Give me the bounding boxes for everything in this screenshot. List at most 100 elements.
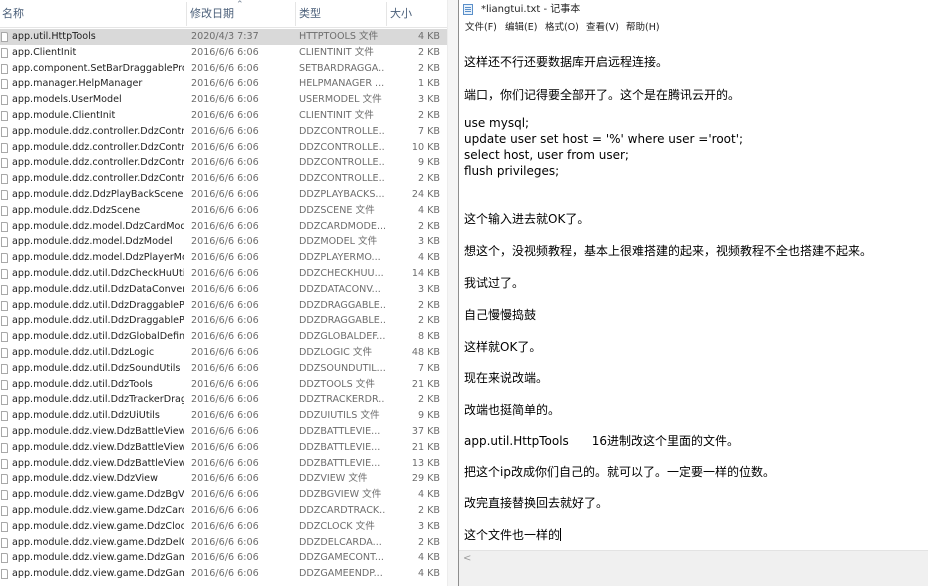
horizontal-scrollbar[interactable]: < bbox=[459, 550, 928, 567]
file-size: 37 KB bbox=[411, 425, 440, 437]
file-row[interactable]: app.models.UserModel 2016/6/6 6:06 USERMOD… bbox=[0, 92, 458, 108]
file-row[interactable]: app.module.ddz.util.DdzDraggablePr... 201… bbox=[0, 313, 458, 329]
file-icon bbox=[1, 426, 8, 437]
file-row[interactable]: app.module.ddz.view.DdzBattleView_... 201… bbox=[0, 440, 458, 456]
file-name: app.module.ddz.model.DdzCardMod... bbox=[12, 220, 184, 232]
file-row[interactable]: app.module.ddz.DdzPlayBackScene 2016/6/6 … bbox=[0, 187, 458, 203]
file-row[interactable]: app.module.ddz.view.DdzBattleView 2016/6/… bbox=[0, 424, 458, 440]
file-row[interactable]: app.module.ddz.util.DdzTrackerDrag... 201… bbox=[0, 392, 458, 408]
file-icon bbox=[1, 442, 8, 453]
file-date: 2016/6/6 6:06 bbox=[191, 394, 259, 406]
column-divider[interactable] bbox=[186, 2, 187, 26]
file-size: 2 KB bbox=[417, 173, 440, 185]
file-row[interactable]: app.module.ddz.util.DdzUiUtils 2016/6/6 6… bbox=[0, 408, 458, 424]
vertical-scrollbar[interactable] bbox=[447, 0, 458, 586]
text-line: 这样就OK了。 bbox=[464, 340, 542, 354]
file-row[interactable]: app.module.ddz.DdzScene 2016/6/6 6:06 DDZS… bbox=[0, 203, 458, 219]
file-row[interactable]: app.component.SetBarDraggablePro... 2016/… bbox=[0, 61, 458, 77]
file-type: DDZCONTROLLE... bbox=[299, 173, 385, 185]
file-type: DDZBATTLEVIE... bbox=[299, 425, 381, 437]
file-type: CLIENTINIT 文件 bbox=[299, 46, 374, 58]
file-name: app.module.ddz.view.DdzBattleView_... bbox=[12, 457, 184, 469]
column-type-header[interactable]: 类型 bbox=[297, 0, 385, 28]
file-row[interactable]: app.module.ddz.util.DdzLogic 2016/6/6 6:0… bbox=[0, 345, 458, 361]
file-icon bbox=[1, 553, 8, 564]
column-divider[interactable] bbox=[295, 2, 296, 26]
file-type: DDZSOUNDUTIL... bbox=[299, 362, 385, 374]
menu-format[interactable]: 格式(O) bbox=[545, 19, 579, 37]
file-type: DDZDELCARDA... bbox=[299, 536, 382, 548]
menu-help[interactable]: 帮助(H) bbox=[626, 19, 660, 37]
file-icon bbox=[1, 363, 8, 374]
file-size: 29 KB bbox=[411, 473, 440, 485]
file-name: app.module.ddz.util.DdzSoundUtils bbox=[12, 362, 181, 374]
file-name: app.module.ddz.util.DdzGlobalDefine bbox=[12, 331, 184, 343]
file-type: DDZGAMECONT... bbox=[299, 552, 384, 564]
file-row[interactable]: app.module.ddz.controller.DdzContr... 201… bbox=[0, 171, 458, 187]
file-name: app.module.ddz.controller.DdzContr... bbox=[12, 173, 184, 185]
file-row[interactable]: app.module.ddz.view.DdzBattleView_... 201… bbox=[0, 456, 458, 472]
file-row[interactable]: app.module.ddz.util.DdzDataConvert 2016/6… bbox=[0, 282, 458, 298]
file-type: DDZBATTLEVIE... bbox=[299, 441, 381, 453]
file-size: 3 KB bbox=[417, 236, 440, 248]
file-row[interactable]: app.module.ddz.view.game.DdzDelC... 2016/… bbox=[0, 535, 458, 551]
file-size: 7 KB bbox=[417, 125, 440, 137]
text-line: 我试过了。 bbox=[464, 276, 525, 290]
file-type: DDZLOGIC 文件 bbox=[299, 346, 373, 358]
file-size: 3 KB bbox=[417, 283, 440, 295]
file-size: 2 KB bbox=[417, 536, 440, 548]
menu-bar: 文件(F) 编辑(E) 格式(O) 查看(V) 帮助(H) bbox=[459, 19, 928, 37]
file-row[interactable]: app.module.ddz.view.game.DdzBgVi... 2016/… bbox=[0, 487, 458, 503]
file-row[interactable]: app.module.ddz.view.game.DdzClock 2016/6/… bbox=[0, 519, 458, 535]
file-row[interactable]: app.module.ddz.util.DdzTools 2016/6/6 6:0… bbox=[0, 377, 458, 393]
file-name: app.module.ddz.controller.DdzContr... bbox=[12, 157, 184, 169]
file-row[interactable]: app.module.ddz.view.game.DdzGam... 2016/6… bbox=[0, 550, 458, 566]
file-row[interactable]: app.module.ddz.controller.DdzContr... 201… bbox=[0, 155, 458, 171]
file-row[interactable]: app.module.ddz.model.DdzPlayerMo... 2016/… bbox=[0, 250, 458, 266]
file-row[interactable]: app.module.ddz.view.DdzView 2016/6/6 6:06… bbox=[0, 471, 458, 487]
menu-view[interactable]: 查看(V) bbox=[586, 19, 619, 37]
file-date: 2016/6/6 6:06 bbox=[191, 157, 259, 169]
file-size: 21 KB bbox=[411, 441, 440, 453]
file-row[interactable]: app.module.ddz.util.DdzSoundUtils 2016/6/… bbox=[0, 361, 458, 377]
file-icon bbox=[1, 205, 8, 216]
status-bar bbox=[459, 567, 928, 586]
file-row[interactable]: app.module.ddz.model.DdzCardMod... 2016/6… bbox=[0, 219, 458, 235]
file-name: app.module.ddz.util.DdzDraggablePr... bbox=[12, 299, 184, 311]
column-header-row: 名称 修改日期 ⌃ 类型 大小 bbox=[0, 0, 458, 28]
column-name-header[interactable]: 名称 bbox=[0, 0, 186, 28]
file-row[interactable]: app.module.ClientInit 2016/6/6 6:06 CLIENT… bbox=[0, 108, 458, 124]
file-row[interactable]: app.module.ddz.view.game.DdzGam... 2016/6… bbox=[0, 566, 458, 582]
text-line: 把这个ip改成你们自己的。就可以了。一定要一样的位数。 bbox=[464, 465, 775, 479]
file-type: USERMODEL 文件 bbox=[299, 94, 382, 106]
file-size: 2 KB bbox=[417, 315, 440, 327]
file-row[interactable]: app.util.HttpTools 2020/4/3 7:37 HTTPTOOLS… bbox=[0, 29, 458, 45]
title-bar[interactable]: *liangtui.txt - 记事本 bbox=[459, 0, 928, 19]
file-row[interactable]: app.module.ddz.util.DdzDraggablePr... 201… bbox=[0, 298, 458, 314]
menu-edit[interactable]: 编辑(E) bbox=[505, 19, 537, 37]
file-row[interactable]: app.module.ddz.util.DdzCheckHuUtils 2016/… bbox=[0, 266, 458, 282]
column-size-header[interactable]: 大小 bbox=[388, 0, 444, 28]
file-size: 9 KB bbox=[417, 410, 440, 422]
file-row[interactable]: app.manager.HelpManager 2016/6/6 6:06 HELP… bbox=[0, 76, 458, 92]
file-type: DDZSCENE 文件 bbox=[299, 204, 375, 216]
file-size: 4 KB bbox=[417, 252, 440, 264]
file-name: app.module.ddz.util.DdzUiUtils bbox=[12, 410, 160, 422]
file-row[interactable]: app.module.ddz.util.DdzGlobalDefine 2016/… bbox=[0, 329, 458, 345]
file-row[interactable]: app.module.ddz.controller.DdzContr... 201… bbox=[0, 140, 458, 156]
notepad-window: *liangtui.txt - 记事本 文件(F) 编辑(E) 格式(O) 查看… bbox=[458, 0, 928, 586]
file-size: 2 KB bbox=[417, 299, 440, 311]
menu-file[interactable]: 文件(F) bbox=[465, 19, 497, 37]
file-name: app.module.ddz.util.DdzDataConvert bbox=[12, 283, 184, 295]
file-row[interactable]: app.ClientInit 2016/6/6 6:06 CLIENTINIT 文件… bbox=[0, 45, 458, 61]
column-divider[interactable] bbox=[386, 2, 387, 26]
text-editor[interactable]: 这样还不行还要数据库开启远程连接。 端口，你们记得要全部开了。这个是在腾讯云开的… bbox=[459, 38, 928, 550]
file-date: 2016/6/6 6:06 bbox=[191, 220, 259, 232]
file-size: 2 KB bbox=[417, 46, 440, 58]
file-row[interactable]: app.module.ddz.model.DdzModel 2016/6/6 6:… bbox=[0, 234, 458, 250]
chevron-left-icon[interactable]: < bbox=[463, 552, 471, 566]
notepad-icon bbox=[463, 4, 473, 15]
file-row[interactable]: app.module.ddz.view.game.DdzCard... 2016/… bbox=[0, 503, 458, 519]
file-row[interactable]: app.module.ddz.controller.DdzContr... 201… bbox=[0, 124, 458, 140]
file-type: DDZVIEW 文件 bbox=[299, 473, 368, 485]
